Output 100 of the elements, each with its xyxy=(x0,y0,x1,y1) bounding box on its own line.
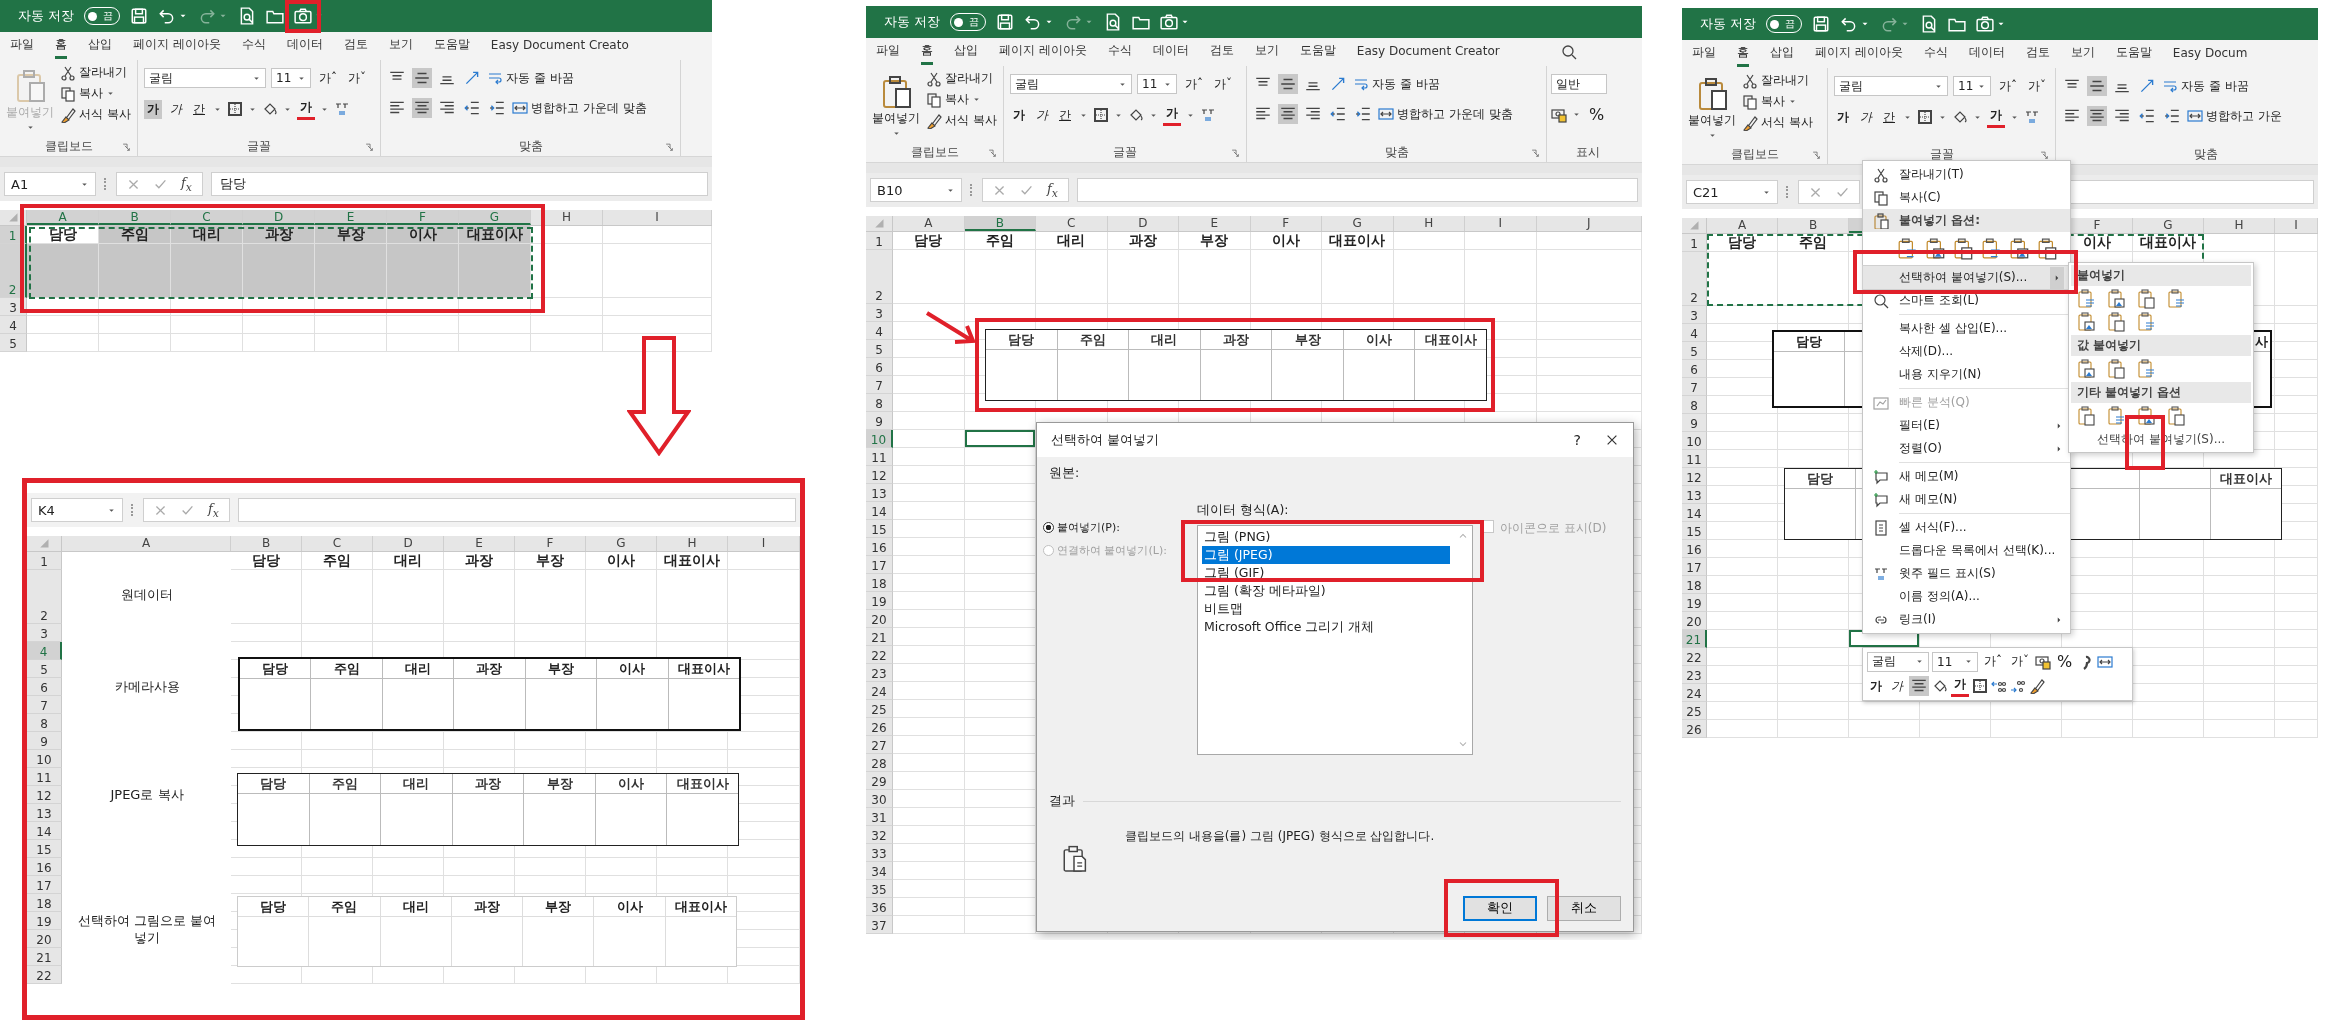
ribbon-tab[interactable]: 검토 xyxy=(2025,41,2050,67)
row-header[interactable]: 6 xyxy=(27,678,62,696)
format-painter-icon[interactable] xyxy=(2029,678,2045,694)
table-cell[interactable] xyxy=(531,298,603,316)
ribbon-tab[interactable]: 보기 xyxy=(1254,39,1279,65)
close-icon[interactable] xyxy=(1605,433,1619,447)
row-header[interactable]: 21 xyxy=(866,628,893,646)
selected-cell[interactable]: 부장 xyxy=(315,226,387,244)
cancel-button[interactable]: 취소 xyxy=(1547,896,1621,921)
menu-item[interactable]: 윗주 필드 표시(S) xyxy=(1863,562,2070,585)
table-cell[interactable] xyxy=(586,624,657,642)
column-header[interactable]: G xyxy=(459,210,531,225)
table-cell[interactable] xyxy=(1707,684,1778,702)
table-cell[interactable] xyxy=(2275,324,2318,342)
table-cell[interactable] xyxy=(1707,486,1778,504)
row-header[interactable]: 25 xyxy=(866,700,893,718)
row-header[interactable]: 14 xyxy=(866,502,893,520)
table-cell[interactable] xyxy=(1707,306,1778,324)
table-cell[interactable] xyxy=(387,298,459,316)
table-cell[interactable] xyxy=(302,732,373,750)
table-cell[interactable] xyxy=(603,226,712,244)
table-cell[interactable] xyxy=(2133,594,2204,612)
row-header[interactable]: 13 xyxy=(1682,486,1707,504)
table-cell[interactable] xyxy=(1778,720,1849,738)
row-header[interactable]: 33 xyxy=(866,844,893,862)
table-cell[interactable] xyxy=(373,858,444,876)
row-header[interactable]: 4 xyxy=(866,322,893,340)
column-header[interactable]: D xyxy=(243,210,315,225)
table-cell[interactable] xyxy=(373,750,444,768)
bold-button[interactable]: 가 xyxy=(1834,107,1852,127)
table-cell[interactable] xyxy=(893,790,965,808)
underline-button[interactable]: 간 xyxy=(190,99,208,119)
row-header[interactable]: 12 xyxy=(27,786,62,804)
row-header[interactable]: 20 xyxy=(27,930,62,948)
table-cell[interactable]: 과장 xyxy=(444,552,515,570)
row-header[interactable]: 9 xyxy=(27,732,62,750)
radio-button[interactable]: 붙여넣기(P): xyxy=(1043,520,1189,535)
formula-field[interactable] xyxy=(1076,178,1638,202)
row-header[interactable]: 25 xyxy=(1682,702,1707,720)
row-header[interactable]: 2 xyxy=(27,570,62,624)
currency-icon[interactable] xyxy=(2035,653,2051,670)
name-box[interactable]: K4 xyxy=(31,498,123,522)
paste-option-icon[interactable] xyxy=(2137,359,2157,379)
row-header[interactable]: 2 xyxy=(1682,252,1707,306)
paste-button[interactable]: 붙여넣기 xyxy=(1688,72,1736,144)
row-header[interactable]: 12 xyxy=(866,466,893,484)
align-center-icon[interactable] xyxy=(2087,106,2107,126)
table-cell[interactable] xyxy=(2204,594,2275,612)
ribbon-tab[interactable]: 데이터 xyxy=(1968,41,2005,67)
font-size-dropdown[interactable]: 11 xyxy=(1953,76,1991,96)
table-cell[interactable] xyxy=(1920,720,1991,738)
table-cell[interactable] xyxy=(444,876,515,894)
align-middle-icon[interactable] xyxy=(2087,76,2107,96)
table-cell[interactable]: 대리 xyxy=(1036,232,1108,250)
table-cell[interactable] xyxy=(2275,648,2318,666)
redo-icon[interactable] xyxy=(1064,13,1083,31)
enter-icon[interactable] xyxy=(181,503,194,517)
column-header[interactable]: F xyxy=(515,536,586,551)
table-cell[interactable] xyxy=(657,750,728,768)
table-cell[interactable] xyxy=(893,610,965,628)
format-painter-button[interactable]: 서식 복사 xyxy=(926,112,997,129)
row-header[interactable]: 3 xyxy=(27,624,62,642)
table-cell[interactable]: 대표이사 xyxy=(657,552,728,570)
menu-item[interactable]: 셀 서식(F)... xyxy=(1863,516,2070,539)
table-cell[interactable] xyxy=(893,754,965,772)
menu-item[interactable]: 드롭다운 목록에서 선택(K)... xyxy=(1863,539,2070,562)
paste-option-icon[interactable] xyxy=(2137,312,2157,332)
bold-button[interactable]: 가 xyxy=(144,99,162,119)
selected-cell[interactable] xyxy=(315,244,387,298)
table-cell[interactable] xyxy=(2275,630,2318,648)
caret-icon[interactable] xyxy=(1572,110,1581,119)
table-cell[interactable] xyxy=(893,718,965,736)
row-header[interactable]: 20 xyxy=(866,610,893,628)
ribbon-tab[interactable]: 페이지 레이아웃 xyxy=(133,33,221,59)
row-header[interactable]: 10 xyxy=(27,750,62,768)
column-header[interactable]: F xyxy=(387,210,459,225)
table-cell[interactable] xyxy=(387,334,459,352)
table-cell[interactable]: 부장 xyxy=(515,552,586,570)
table-cell[interactable] xyxy=(373,732,444,750)
column-header[interactable]: F xyxy=(1250,216,1322,231)
percent-button[interactable]: % xyxy=(1586,104,1608,125)
align-middle-icon[interactable] xyxy=(412,68,432,88)
row-header[interactable]: 2 xyxy=(866,250,893,304)
table-cell[interactable] xyxy=(302,876,373,894)
row-header[interactable]: 6 xyxy=(866,358,893,376)
format-painter-button[interactable]: 서식 복사 xyxy=(1742,114,1813,131)
table-cell[interactable] xyxy=(2204,576,2275,594)
paste-option-icon[interactable] xyxy=(2077,406,2097,426)
table-cell[interactable] xyxy=(515,570,586,624)
font-color-button[interactable]: 가 xyxy=(297,98,315,120)
row-header[interactable]: 20 xyxy=(1682,612,1707,630)
table-cell[interactable] xyxy=(2275,720,2318,738)
row-header[interactable]: 16 xyxy=(1682,540,1707,558)
row-header[interactable]: 22 xyxy=(1682,648,1707,666)
cut-button[interactable]: 잘라내기 xyxy=(1742,72,1813,89)
table-cell[interactable] xyxy=(1536,304,1642,322)
table-cell[interactable] xyxy=(1707,648,1778,666)
bold-button[interactable]: 가 xyxy=(1010,105,1028,125)
row-header[interactable]: 22 xyxy=(866,646,893,664)
table-cell[interactable] xyxy=(302,624,373,642)
